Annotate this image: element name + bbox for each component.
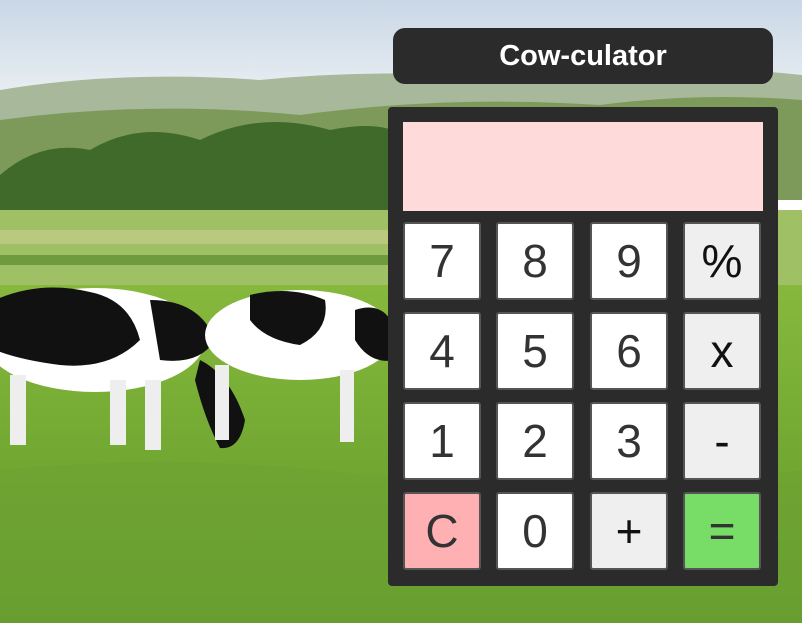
key-0[interactable]: 0 — [496, 492, 574, 570]
key-9[interactable]: 9 — [590, 222, 668, 300]
key-3[interactable]: 3 — [590, 402, 668, 480]
key-1[interactable]: 1 — [403, 402, 481, 480]
app-title: Cow-culator — [499, 39, 667, 72]
key-2[interactable]: 2 — [496, 402, 574, 480]
key-equals[interactable]: = — [683, 492, 761, 570]
key-add[interactable]: + — [590, 492, 668, 570]
key-multiply[interactable]: x — [683, 312, 761, 390]
key-5[interactable]: 5 — [496, 312, 574, 390]
key-4[interactable]: 4 — [403, 312, 481, 390]
calculator-panel: 7 8 9 % 4 5 6 x 1 2 3 - C 0 + = — [388, 107, 778, 586]
key-percent[interactable]: % — [683, 222, 761, 300]
calculator-display — [403, 122, 763, 211]
key-7[interactable]: 7 — [403, 222, 481, 300]
key-subtract[interactable]: - — [683, 402, 761, 480]
title-bar: Cow-culator — [393, 28, 773, 84]
key-8[interactable]: 8 — [496, 222, 574, 300]
key-clear[interactable]: C — [403, 492, 481, 570]
key-6[interactable]: 6 — [590, 312, 668, 390]
